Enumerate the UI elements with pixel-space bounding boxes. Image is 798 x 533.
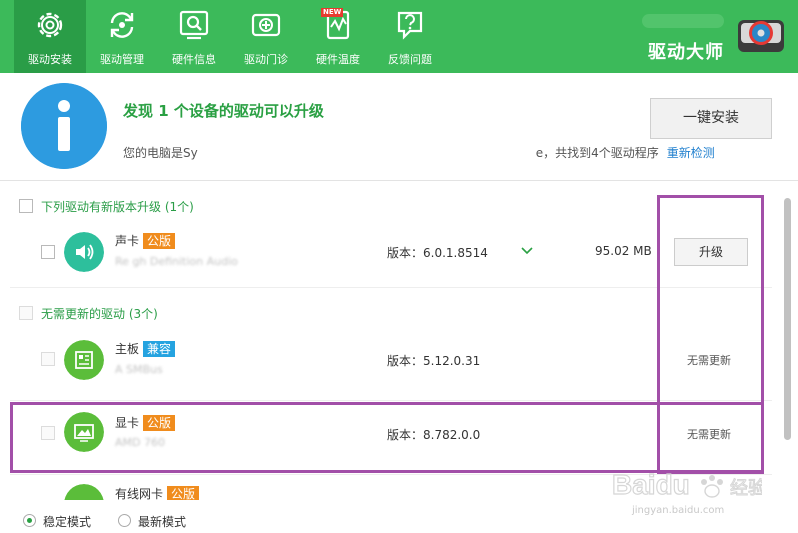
summary-desc-prefix: 您的电脑是Sy: [123, 146, 198, 160]
top-toolbar: 驱动安装 驱动管理 硬件信息 驱动门诊 NEW 硬件温度 反馈问题 驱动大师: [0, 0, 798, 73]
device-version: 版本：8.782.0.0: [387, 428, 481, 442]
device-name: 主板 兼容: [115, 340, 176, 357]
rescan-link[interactable]: 重新检测: [667, 146, 715, 160]
redacted-area: [198, 147, 536, 157]
device-tag: 公版: [143, 415, 176, 431]
row-divider: [10, 287, 772, 288]
clinic-icon: [251, 13, 281, 37]
nav-label: 硬件温度: [316, 53, 360, 66]
device-name-text: 主板: [115, 342, 140, 356]
speaker-icon: [64, 232, 104, 272]
scan-summary: 发现 1 个设备的驱动可以升级 您的电脑是Sy e，共找到4个驱动程序 重新检测 一…: [0, 73, 798, 181]
info-icon: [21, 83, 107, 169]
chevron-down-icon[interactable]: [521, 247, 533, 255]
driver-list: 下列驱动有新版本升级 (1个) 声卡 公版 Re gh Definition Au…: [0, 182, 782, 500]
device-name: 显卡 公版: [115, 414, 176, 431]
nav-feedback[interactable]: 反馈问题: [374, 0, 446, 73]
row-divider: [10, 400, 772, 401]
group-no-update-checkbox[interactable]: [19, 306, 33, 320]
device-name-text: 声卡: [115, 234, 140, 248]
device-model-text: Re gh Definition Audio: [115, 255, 238, 268]
app-logo-icon: [738, 20, 784, 52]
install-all-button[interactable]: 一键安装: [650, 98, 772, 139]
nav-label: 驱动门诊: [244, 53, 288, 66]
network-icon: [64, 484, 104, 500]
nav-driver-install[interactable]: 驱动安装: [14, 0, 86, 73]
svg-text:Baidu: Baidu: [612, 469, 690, 500]
nav-label: 驱动管理: [100, 53, 144, 66]
stable-mode-radio[interactable]: [23, 514, 36, 527]
device-tag: 公版: [167, 486, 200, 500]
new-badge: NEW: [321, 8, 344, 17]
device-checkbox[interactable]: [41, 352, 55, 366]
device-version: 版本：6.0.1.8514: [387, 246, 488, 260]
blurred-account: [642, 14, 724, 28]
device-name: 声卡 公版: [115, 232, 176, 249]
refresh-icon: [110, 12, 134, 38]
latest-mode-label: 最新模式: [138, 515, 187, 529]
gear-icon: [37, 12, 63, 38]
summary-description: 您的电脑是Sy e，共找到4个驱动程序 重新检测: [123, 144, 715, 161]
display-icon: [64, 412, 104, 452]
upgrade-button[interactable]: 升级: [674, 238, 748, 266]
nav-label: 驱动安装: [28, 53, 72, 66]
latest-mode-radio[interactable]: [118, 514, 131, 527]
watermark-url: jingyan.baidu.com: [632, 505, 725, 516]
device-size: 95.02 MB: [595, 244, 652, 258]
device-name: 有线网卡 公版: [115, 485, 200, 500]
device-checkbox[interactable]: [41, 426, 55, 440]
main-nav: 驱动安装 驱动管理 硬件信息 驱动门诊 NEW 硬件温度 反馈问题: [14, 0, 446, 73]
no-update-status: 无需更新: [687, 428, 731, 441]
magnifier-icon: [179, 10, 209, 40]
question-icon: [397, 11, 423, 40]
group-upgrade-checkbox[interactable]: [19, 199, 33, 213]
device-version: 版本：5.12.0.31: [387, 354, 481, 368]
list-scrollbar[interactable]: [784, 198, 791, 440]
device-model: AMD 760: [115, 436, 285, 449]
nav-label: 硬件信息: [172, 53, 216, 66]
device-tag: 公版: [143, 233, 176, 249]
nav-label: 反馈问题: [388, 53, 432, 66]
device-model-text: A SMBus: [115, 363, 163, 376]
group-no-update-title: 无需更新的驱动 (3个): [41, 307, 158, 321]
device-name-text: 显卡: [115, 416, 140, 430]
motherboard-icon: [64, 340, 104, 380]
device-model-text: AMD 760: [115, 436, 165, 449]
nav-hardware-temp[interactable]: NEW 硬件温度: [302, 0, 374, 73]
device-model: Re gh Definition Audio: [115, 255, 285, 268]
summary-title: 发现 1 个设备的驱动可以升级: [123, 102, 324, 120]
stable-mode-label: 稳定模式: [43, 515, 92, 529]
nav-driver-clinic[interactable]: 驱动门诊: [230, 0, 302, 73]
device-checkbox[interactable]: [41, 245, 55, 259]
device-name-text: 有线网卡: [115, 487, 164, 500]
device-tag: 兼容: [143, 341, 176, 357]
nav-driver-manage[interactable]: 驱动管理: [86, 0, 158, 73]
svg-text:经验: 经验: [730, 478, 762, 499]
nav-hardware-info[interactable]: 硬件信息: [158, 0, 230, 73]
summary-desc-suffix: e，共找到4个驱动程序: [535, 146, 659, 160]
device-model: A SMBus: [115, 363, 285, 376]
no-update-status: 无需更新: [687, 354, 731, 367]
brand-title: 驱动大师: [648, 42, 724, 63]
group-upgrade-title: 下列驱动有新版本升级 (1个): [41, 200, 194, 214]
